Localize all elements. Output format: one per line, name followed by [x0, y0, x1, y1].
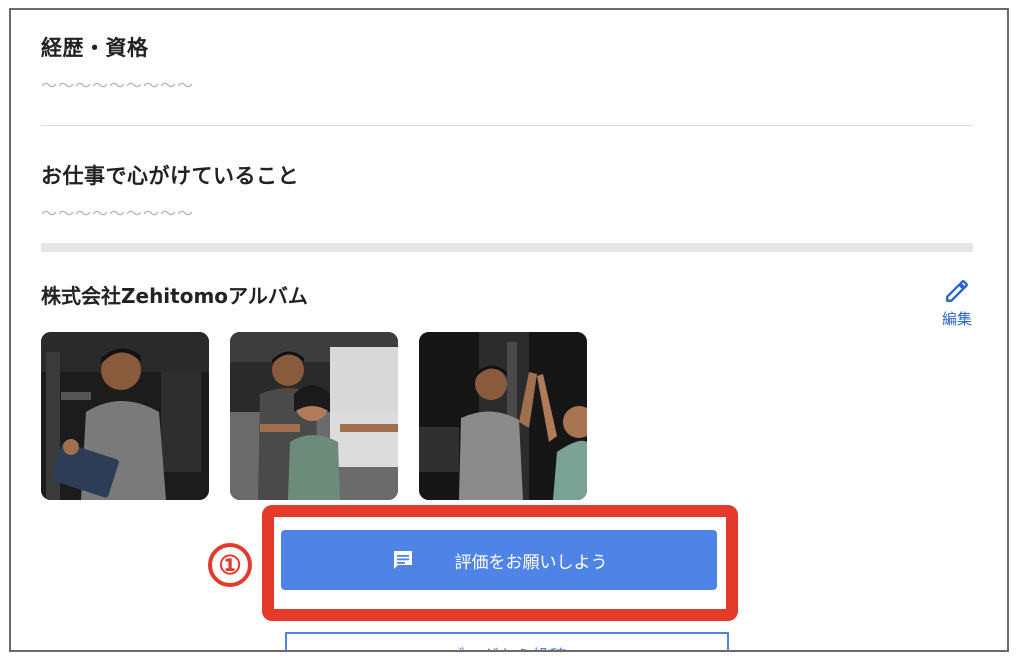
edit-label: 編集: [941, 310, 972, 328]
album-photo-2[interactable]: [230, 332, 398, 500]
album-photo-3[interactable]: [419, 332, 587, 500]
career-value: 〜〜〜〜〜〜〜〜〜: [41, 76, 195, 95]
album-photo-1[interactable]: [41, 332, 209, 500]
request-review-label: 評価をお願いしよう: [454, 552, 608, 573]
section-divider: [41, 243, 973, 252]
message-icon: [391, 548, 415, 572]
edit-album-button[interactable]: 編集: [939, 278, 975, 329]
mindset-title: お仕事で心がけていること: [41, 164, 299, 188]
divider: [41, 125, 973, 126]
mindset-value: 〜〜〜〜〜〜〜〜〜: [41, 204, 195, 223]
request-review-button[interactable]: 評価をお願いしよう: [281, 530, 717, 590]
pencil-icon: [939, 278, 975, 304]
album-title: 株式会社Zehitomoアルバム: [41, 284, 308, 308]
blog-post-button[interactable]: ブログから投稿: [285, 632, 729, 650]
career-title: 経歴・資格: [41, 36, 149, 60]
annotation-step-number: ①: [208, 543, 252, 587]
